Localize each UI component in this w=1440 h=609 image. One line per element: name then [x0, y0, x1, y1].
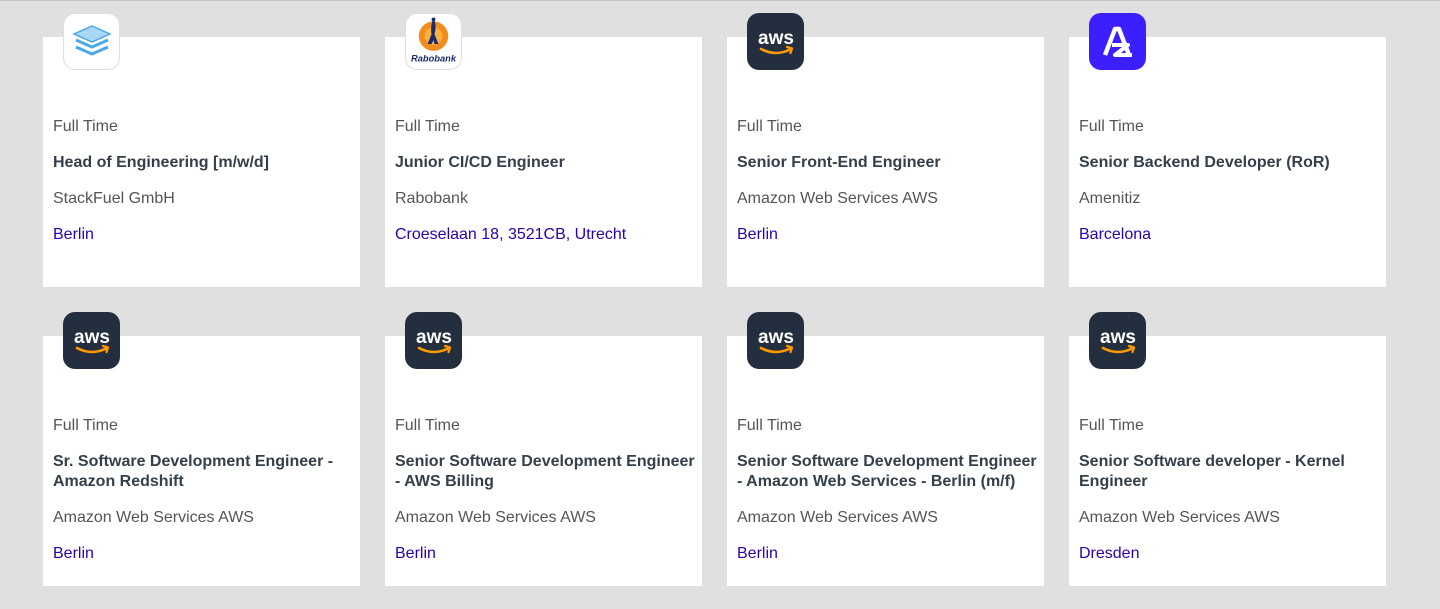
job-card[interactable]: Full Time Head of Engineering [m/w/d] St… — [43, 13, 360, 287]
svg-text:aws: aws — [416, 327, 452, 348]
company-name: Amazon Web Services AWS — [737, 190, 938, 207]
job-card[interactable]: aws Full Time Senior Front-End Engineer … — [727, 13, 1044, 287]
job-type: Full Time — [737, 118, 802, 135]
job-title[interactable]: Senior Software Development Engineer - A… — [395, 452, 696, 492]
job-type: Full Time — [395, 417, 460, 434]
stackfuel-layers-icon — [63, 13, 120, 70]
job-card[interactable]: Full Time Senior Backend Developer (RoR)… — [1069, 13, 1386, 287]
job-card[interactable]: aws Full Time Sr. Software Development E… — [43, 312, 360, 586]
job-title[interactable]: Head of Engineering [m/w/d] — [53, 153, 354, 173]
job-title[interactable]: Sr. Software Development Engineer - Amaz… — [53, 452, 354, 492]
svg-text:aws: aws — [758, 28, 794, 49]
aws-logo: aws — [747, 312, 804, 369]
job-location[interactable]: Berlin — [53, 544, 354, 564]
company-name: Amenitiz — [1079, 190, 1141, 207]
job-title[interactable]: Junior CI/CD Engineer — [395, 153, 696, 173]
job-card[interactable]: aws Full Time Senior Software Developmen… — [385, 312, 702, 586]
company-name: Amazon Web Services AWS — [1079, 509, 1280, 526]
job-type: Full Time — [395, 118, 460, 135]
job-type: Full Time — [53, 417, 118, 434]
job-card[interactable]: Rabobank Full Time Junior CI/CD Engineer… — [385, 13, 702, 287]
job-card[interactable]: aws Full Time Senior Software Developmen… — [727, 312, 1044, 586]
job-title[interactable]: Senior Front-End Engineer — [737, 153, 1038, 173]
job-title[interactable]: Senior Software developer - Kernel Engin… — [1079, 452, 1380, 492]
company-name: StackFuel GmbH — [53, 190, 175, 207]
job-type: Full Time — [1079, 118, 1144, 135]
job-card[interactable]: aws Full Time Senior Software developer … — [1069, 312, 1386, 586]
aws-logo: aws — [63, 312, 120, 369]
aws-logo: aws — [1089, 312, 1146, 369]
aws-logo: aws — [747, 13, 804, 70]
job-type: Full Time — [1079, 417, 1144, 434]
svg-text:aws: aws — [1100, 327, 1136, 348]
job-location[interactable]: Berlin — [53, 225, 354, 245]
svg-text:Rabobank: Rabobank — [411, 53, 457, 63]
job-title[interactable]: Senior Software Development Engineer - A… — [737, 452, 1038, 492]
job-type: Full Time — [53, 118, 118, 135]
company-name: Amazon Web Services AWS — [395, 509, 596, 526]
svg-text:aws: aws — [758, 327, 794, 348]
job-type: Full Time — [737, 417, 802, 434]
job-title[interactable]: Senior Backend Developer (RoR) — [1079, 153, 1380, 173]
company-name: Amazon Web Services AWS — [737, 509, 938, 526]
job-grid: Full Time Head of Engineering [m/w/d] St… — [43, 13, 1386, 586]
amenitiz-logo — [1089, 13, 1146, 70]
company-name: Amazon Web Services AWS — [53, 509, 254, 526]
company-name: Rabobank — [395, 190, 468, 207]
job-location[interactable]: Berlin — [737, 544, 1038, 564]
svg-text:aws: aws — [74, 327, 110, 348]
job-location[interactable]: Berlin — [395, 544, 696, 564]
job-location[interactable]: Berlin — [737, 225, 1038, 245]
rabobank-logo: Rabobank — [405, 13, 462, 70]
job-location[interactable]: Dresden — [1079, 544, 1380, 564]
job-location[interactable]: Croeselaan 18, 3521CB, Utrecht — [395, 225, 696, 245]
job-location[interactable]: Barcelona — [1079, 225, 1380, 245]
aws-logo: aws — [405, 312, 462, 369]
